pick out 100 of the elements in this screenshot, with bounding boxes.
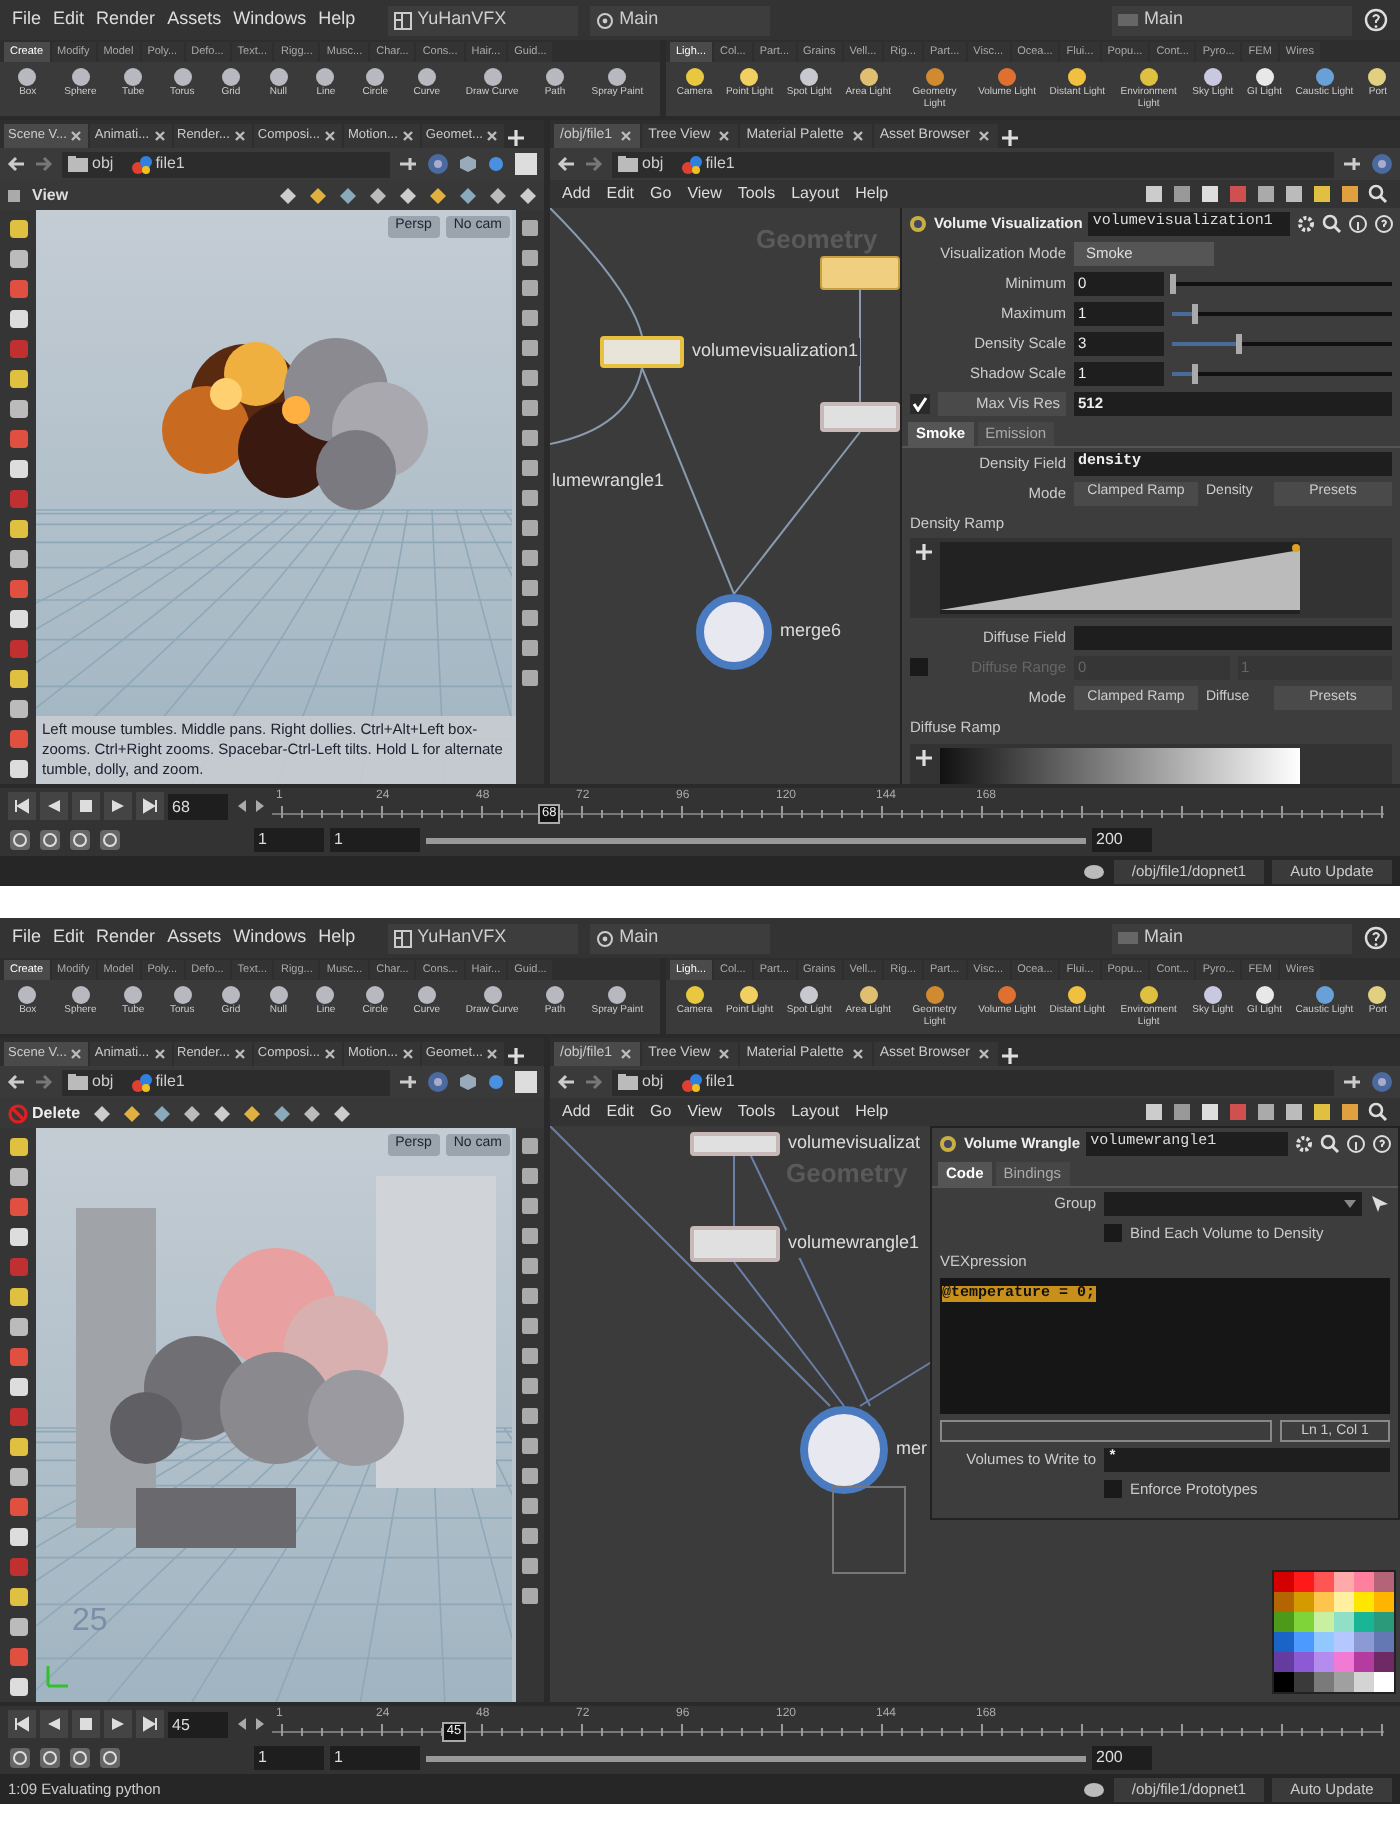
color-swatch[interactable] [1334, 1672, 1354, 1692]
tool-square-icon[interactable] [7, 1136, 29, 1158]
help-icon[interactable] [1374, 213, 1394, 233]
color-swatch[interactable] [1314, 1572, 1334, 1592]
density-ramp-graph[interactable] [940, 542, 1300, 615]
audio-icon[interactable] [38, 828, 62, 852]
stop-button[interactable] [72, 1710, 100, 1738]
desktop-menu[interactable]: YuHanVFX [387, 5, 578, 35]
gear-icon[interactable] [1296, 213, 1316, 233]
step-forward-icon[interactable] [252, 1714, 268, 1734]
path-segment[interactable]: obj [92, 1070, 114, 1094]
toolbar-square-icon[interactable] [1256, 1102, 1276, 1122]
delete-button[interactable]: Delete [6, 1101, 83, 1125]
forward-arrow-icon[interactable] [34, 1072, 54, 1092]
tool-square-icon[interactable] [520, 1556, 540, 1576]
color-swatch[interactable] [1334, 1612, 1354, 1632]
forward-arrow-icon[interactable] [34, 154, 54, 174]
toolbar-square-icon[interactable] [1172, 1102, 1192, 1122]
tool-square-icon[interactable] [520, 548, 540, 568]
close-icon[interactable] [975, 1046, 992, 1062]
path-segment[interactable]: obj [642, 1070, 664, 1094]
color-swatch[interactable] [1374, 1592, 1394, 1612]
menu-item[interactable]: Help [318, 6, 356, 34]
menu-item[interactable]: Go [650, 1100, 672, 1124]
tool-square-icon[interactable] [7, 518, 29, 540]
checkbox[interactable] [910, 393, 930, 413]
skip-end-button[interactable] [136, 1710, 164, 1738]
toolbar-square-icon[interactable] [1340, 1102, 1360, 1122]
tool-square-icon[interactable] [520, 458, 540, 478]
color-swatch[interactable] [1314, 1672, 1334, 1692]
tool-diamond-icon[interactable] [212, 1103, 233, 1123]
plus-icon[interactable] [999, 128, 1020, 148]
path-field[interactable]: obj file1 [612, 151, 1334, 177]
tool-square-icon[interactable] [7, 1376, 29, 1398]
chat-bubble-icon[interactable] [1082, 861, 1106, 881]
chat-bubble-icon[interactable] [1082, 1779, 1106, 1799]
play-button[interactable] [104, 1710, 132, 1738]
close-icon[interactable] [484, 1046, 501, 1062]
tool-square-icon[interactable] [520, 248, 540, 268]
menu-item[interactable]: Render [96, 924, 156, 952]
layout-menu[interactable]: Main [1112, 5, 1352, 35]
close-icon[interactable] [231, 128, 248, 144]
node[interactable] [600, 336, 684, 368]
end-frame-field[interactable]: 200 [1092, 1746, 1152, 1770]
tool-square-icon[interactable] [7, 1166, 29, 1188]
tool-square-icon[interactable] [520, 1466, 540, 1486]
close-icon[interactable] [849, 128, 866, 144]
color-swatch[interactable] [1314, 1632, 1334, 1652]
info-icon[interactable] [1346, 1133, 1366, 1153]
menu-item[interactable]: Edit [53, 6, 85, 34]
menu-item[interactable]: Assets [167, 6, 222, 34]
tool-square-icon[interactable] [520, 488, 540, 508]
tool-diamond-icon[interactable] [272, 1103, 293, 1123]
frame-field[interactable]: 45 [168, 1711, 228, 1737]
close-icon[interactable] [399, 128, 416, 144]
tool-square-icon[interactable] [520, 1376, 540, 1396]
menu-item[interactable]: File [12, 924, 42, 952]
tool-square-icon[interactable] [520, 1286, 540, 1306]
menu-item[interactable]: Edit [606, 1100, 635, 1124]
back-arrow-icon[interactable] [556, 1072, 576, 1092]
menu-item[interactable]: Layout [791, 182, 840, 206]
menu-item[interactable]: Tools [737, 1100, 776, 1124]
tool-square-icon[interactable] [520, 1196, 540, 1216]
cube-icon[interactable] [458, 154, 478, 174]
plus-icon[interactable] [914, 542, 934, 563]
tool-diamond-icon[interactable] [182, 1103, 203, 1123]
tool-square-icon[interactable] [7, 1616, 29, 1638]
keyframe-icon[interactable] [8, 1746, 32, 1770]
tool-square-icon[interactable] [520, 518, 540, 538]
close-icon[interactable] [321, 128, 338, 144]
plus-icon[interactable] [999, 1046, 1020, 1066]
color-palette[interactable] [1272, 1570, 1396, 1694]
toolbar-square-icon[interactable] [1312, 1102, 1332, 1122]
tool-square-icon[interactable] [520, 1346, 540, 1366]
close-icon[interactable] [975, 128, 992, 144]
target-icon[interactable] [1370, 152, 1394, 176]
range-start-field[interactable]: 1 [330, 828, 420, 852]
range-bar[interactable] [426, 1755, 1086, 1761]
tool-square-icon[interactable] [7, 1226, 29, 1248]
menu-item[interactable]: Render [96, 6, 156, 34]
color-swatch[interactable] [1334, 1592, 1354, 1612]
tool-square-icon[interactable] [520, 1586, 540, 1606]
close-icon[interactable] [151, 128, 167, 144]
tool-square-icon[interactable] [7, 248, 29, 270]
close-icon[interactable] [618, 128, 635, 144]
path-field[interactable]: obj file1 [612, 1069, 1334, 1095]
tool-square-icon[interactable] [520, 1436, 540, 1456]
color-swatch[interactable] [1274, 1592, 1294, 1612]
search-icon[interactable] [1322, 213, 1342, 233]
menu-item[interactable]: Windows [233, 924, 307, 952]
help-icon[interactable] [1364, 926, 1388, 950]
menu-item[interactable]: Edit [53, 924, 85, 952]
toolbar-square-icon[interactable] [1200, 1102, 1220, 1122]
tool-square-icon[interactable] [7, 1436, 29, 1458]
tool-square-icon[interactable] [520, 218, 540, 238]
cube-icon[interactable] [458, 1072, 478, 1092]
tool-square-icon[interactable] [7, 1316, 29, 1338]
stop-button[interactable] [72, 792, 100, 820]
pin-icon[interactable] [398, 154, 418, 174]
square-icon[interactable] [514, 1070, 538, 1094]
